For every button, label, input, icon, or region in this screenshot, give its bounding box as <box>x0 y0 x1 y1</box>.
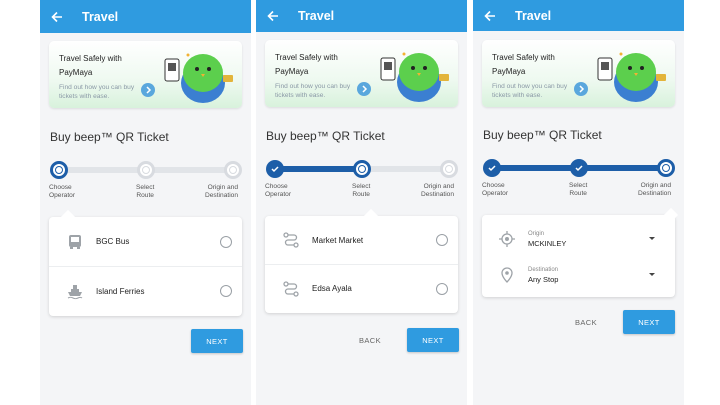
checkmark-icon <box>488 165 496 172</box>
app-bar: Travel <box>40 0 251 33</box>
step-label-origin-destination: Origin and Destination <box>205 184 238 199</box>
checkmark-icon <box>271 166 279 173</box>
screen-select-route: Travel Travel Safely with PayMaya Find o… <box>256 0 467 405</box>
stage: Travel Travel Safely with PayMaya Find o… <box>0 0 720 405</box>
progress-stepper: Choose Operator Select Route Origin and Des… <box>473 152 684 202</box>
step-label-select-route: Select Route <box>569 182 588 197</box>
banner-title-line2: PayMaya <box>275 67 309 76</box>
screen-choose-operator: Travel Travel Safely with PayMaya Find o… <box>40 0 251 405</box>
next-button[interactable]: NEXT <box>191 329 243 353</box>
mascot-illustration <box>377 46 455 107</box>
step-choose-operator-indicator <box>266 160 284 178</box>
step-select-route-indicator <box>137 161 155 179</box>
step-choose-operator-indicator <box>483 159 501 177</box>
step-label-origin-destination: Origin and Destination <box>421 183 454 198</box>
option-edsa-ayala[interactable]: Edsa Ayala <box>265 264 458 312</box>
option-island-ferries[interactable]: Island Ferries <box>49 266 242 315</box>
option-label: Island Ferries <box>96 286 145 296</box>
destination-value: Any Stop <box>528 274 559 284</box>
screen-origin-destination: Travel Travel Safely with PayMaya Find o… <box>473 0 684 405</box>
route-list: Market Market Edsa Ayala <box>265 208 458 313</box>
back-arrow-icon[interactable] <box>482 8 498 24</box>
crosshair-icon <box>498 230 516 248</box>
option-market-market[interactable]: Market Market <box>265 216 458 264</box>
page-heading: Buy beep™ QR Ticket <box>483 128 602 142</box>
app-title: Travel <box>298 9 335 23</box>
step-origin-destination-indicator <box>657 159 675 177</box>
next-button[interactable]: NEXT <box>623 310 675 334</box>
paymaya-banner[interactable]: Travel Safely with PayMaya Find out how … <box>49 41 242 108</box>
checkmark-icon <box>575 165 583 172</box>
radio-button[interactable] <box>220 235 232 248</box>
banner-title-line1: Travel Safely with <box>275 53 338 62</box>
chevron-right-icon[interactable] <box>357 82 371 96</box>
progress-stepper: Choose Operator Select Route Origin and Des… <box>256 153 467 203</box>
operator-list: BGC Bus Island Ferries <box>49 209 242 316</box>
step-origin-destination-indicator <box>440 160 458 178</box>
step-label-origin-destination: Origin and Destination <box>638 182 671 197</box>
destination-caption: Destination <box>528 266 559 273</box>
step-label-select-route: Select Route <box>352 183 371 198</box>
back-arrow-icon[interactable] <box>49 9 65 25</box>
paymaya-banner[interactable]: Travel Safely with PayMaya Find out how … <box>482 40 675 107</box>
step-select-route-indicator <box>353 160 371 178</box>
page-heading: Buy beep™ QR Ticket <box>50 130 169 144</box>
step-label-choose-operator: Choose Operator <box>265 183 292 198</box>
bus-icon <box>65 232 85 252</box>
mascot-illustration <box>594 46 672 107</box>
chevron-right-icon[interactable] <box>141 83 155 97</box>
banner-title-line2: PayMaya <box>59 68 93 77</box>
origin-value: MCKINLEY <box>528 238 567 248</box>
back-button[interactable]: BACK <box>566 310 606 334</box>
ferry-icon <box>65 281 85 301</box>
back-arrow-icon[interactable] <box>265 8 281 24</box>
next-button[interactable]: NEXT <box>407 328 459 352</box>
back-button[interactable]: BACK <box>350 328 390 352</box>
banner-subtitle: Find out how you can buy tickets with ea… <box>275 83 351 99</box>
origin-destination-card: Origin MCKINLEY Destination Any Stop <box>482 207 679 297</box>
step-label-select-route: Select Route <box>136 184 155 199</box>
app-bar: Travel <box>473 0 684 31</box>
radio-button[interactable] <box>436 282 448 295</box>
dropdown-arrow-icon[interactable] <box>649 237 655 240</box>
option-bgc-bus[interactable]: BGC Bus <box>49 217 242 266</box>
option-label: BGC Bus <box>96 237 130 246</box>
step-select-route-indicator <box>570 159 588 177</box>
banner-subtitle: Find out how you can buy tickets with ea… <box>59 84 135 100</box>
origin-caption: Origin <box>528 230 545 237</box>
banner-title-line1: Travel Safely with <box>492 53 555 62</box>
step-label-choose-operator: Choose Operator <box>49 184 76 199</box>
banner-title-line2: PayMaya <box>492 67 526 76</box>
app-title: Travel <box>82 9 119 24</box>
step-origin-destination-indicator <box>224 161 242 179</box>
stepper-progress <box>275 166 363 172</box>
step-choose-operator-indicator <box>50 161 68 179</box>
option-label: Edsa Ayala <box>312 284 352 293</box>
destination-dropdown[interactable]: Destination Any Stop <box>482 257 675 293</box>
paymaya-banner[interactable]: Travel Safely with PayMaya Find out how … <box>265 40 458 107</box>
chevron-right-icon[interactable] <box>574 82 588 96</box>
banner-title-line1: Travel Safely with <box>59 54 122 63</box>
option-label: Market Market <box>312 235 364 245</box>
origin-dropdown[interactable]: Origin MCKINLEY <box>482 221 675 257</box>
mascot-illustration <box>161 47 239 108</box>
app-bar: Travel <box>256 0 467 32</box>
step-label-choose-operator: Choose Operator <box>482 182 509 197</box>
route-icon <box>281 279 301 299</box>
page-heading: Buy beep™ QR Ticket <box>266 129 385 143</box>
dropdown-arrow-icon[interactable] <box>649 273 655 276</box>
route-icon <box>281 230 301 250</box>
app-title: Travel <box>515 8 552 23</box>
radio-button[interactable] <box>220 285 232 297</box>
location-pin-icon <box>498 266 516 284</box>
radio-button[interactable] <box>436 234 448 246</box>
progress-stepper: Choose Operator Select Route Origin and Des… <box>40 154 251 204</box>
banner-subtitle: Find out how you can buy tickets with ea… <box>492 83 568 99</box>
